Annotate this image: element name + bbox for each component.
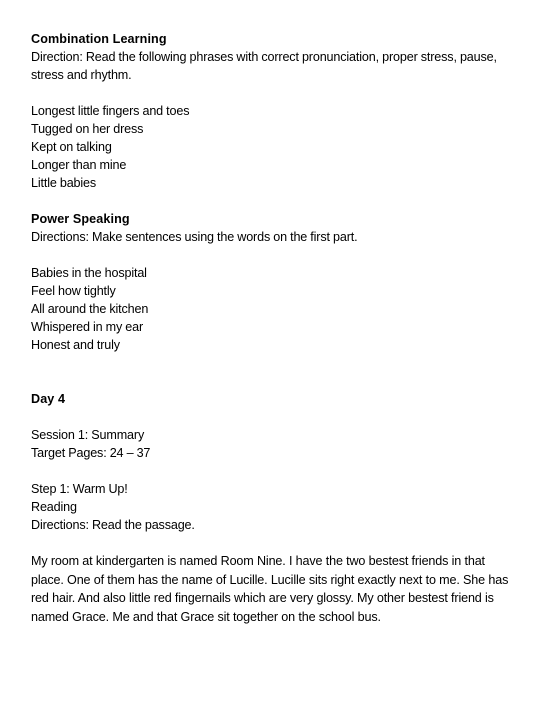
reading-direction: Directions: Read the passage. <box>31 518 195 532</box>
session-label: Session 1: Summary <box>31 428 145 442</box>
sentence-item: Whispered in my ear <box>31 320 144 334</box>
phrase-item: Longer than mine <box>31 158 127 172</box>
sentence-item: All around the kitchen <box>31 302 149 316</box>
phrase-item: Little babies <box>31 176 97 190</box>
sentence-item: Honest and truly <box>31 338 120 352</box>
section-day-4: Day 4 Session 1: Summary Target Pages: 2… <box>31 390 510 626</box>
phrase-item: Tugged on her dress <box>31 122 144 136</box>
sentence-item: Feel how tightly <box>31 284 116 298</box>
activity-label: Reading <box>31 500 77 514</box>
reading-passage: My room at kindergarten is named Room Ni… <box>31 554 509 624</box>
day-heading: Day 4 <box>31 392 66 406</box>
phrase-item: Kept on talking <box>31 140 112 154</box>
section-combination-learning: Combination Learning Direction: Read the… <box>31 30 510 192</box>
section-heading-combination-learning: Combination Learning <box>31 32 167 46</box>
sentence-item: Babies in the hospital <box>31 266 147 280</box>
section-direction-power-speaking: Directions: Make sentences using the wor… <box>31 230 358 244</box>
section-direction-combination-learning: Direction: Read the following phrases wi… <box>31 50 501 82</box>
section-heading-power-speaking: Power Speaking <box>31 212 130 226</box>
phrase-item: Longest little fingers and toes <box>31 104 190 118</box>
step-label: Step 1: Warm Up! <box>31 482 128 496</box>
document-page: Combination Learning Direction: Read the… <box>0 0 540 720</box>
section-power-speaking: Power Speaking Directions: Make sentence… <box>31 210 510 354</box>
target-pages-label: Target Pages: 24 – 37 <box>31 446 151 460</box>
